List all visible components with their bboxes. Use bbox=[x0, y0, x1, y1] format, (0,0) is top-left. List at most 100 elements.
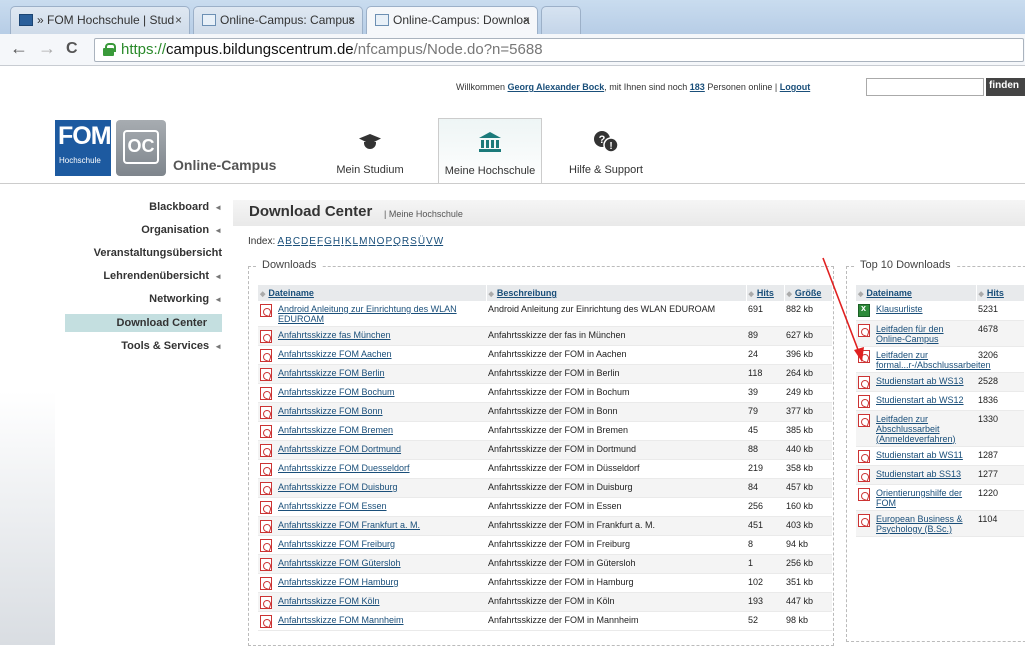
file-link[interactable]: Leitfaden für den Online-Campus bbox=[876, 324, 974, 344]
reload-icon[interactable]: C bbox=[66, 40, 78, 58]
column-header-dateiname[interactable]: ◆ Dateiname bbox=[258, 285, 487, 301]
index-letter-link[interactable]: H bbox=[333, 236, 340, 247]
size-cell: 160 kb bbox=[784, 497, 832, 517]
nav-hilfe-support[interactable]: ? ! Hilfe & Support bbox=[556, 118, 656, 184]
index-letter-link[interactable]: O bbox=[377, 236, 385, 247]
file-link[interactable]: Anfahrtsskizze FOM Berlin bbox=[278, 368, 385, 381]
column-header-groesse[interactable]: ◆ Größe bbox=[784, 285, 833, 301]
file-link[interactable]: Anfahrtsskizze FOM Dortmund bbox=[278, 444, 401, 457]
nav-meine-hochschule[interactable]: Meine Hochschule bbox=[438, 118, 542, 184]
file-link[interactable]: Anfahrtsskizze FOM Frankfurt a. M. bbox=[278, 520, 420, 533]
index-letter-link[interactable]: F bbox=[317, 236, 323, 247]
file-link[interactable]: Android Anleitung zur Einrichtung des WL… bbox=[278, 304, 484, 324]
index-letter-link[interactable]: A bbox=[277, 236, 284, 247]
table-row: Studienstart ab WS11 1287 bbox=[856, 446, 1024, 466]
sort-link[interactable]: Beschreibung bbox=[497, 288, 557, 298]
filename-cell: Anfahrtsskizze FOM Bonn bbox=[258, 402, 486, 422]
file-link[interactable]: Leitfaden zur Abschlussarbeit (Anmeldeve… bbox=[876, 414, 974, 444]
index-letter-link[interactable]: I bbox=[341, 236, 344, 247]
file-link[interactable]: Anfahrtsskizze FOM Freiburg bbox=[278, 539, 395, 552]
column-header-hits[interactable]: ◆ Hits bbox=[976, 285, 1025, 301]
file-link[interactable]: Studienstart ab SS13 bbox=[876, 469, 961, 482]
file-link[interactable]: Leitfaden zur formal...r-/Abschlussarbei… bbox=[876, 350, 991, 370]
filename-cell: Anfahrtsskizze FOM Aachen bbox=[258, 345, 486, 365]
forward-arrow-icon[interactable]: → bbox=[38, 38, 56, 59]
description-cell: Anfahrtsskizze der FOM in Mannheim bbox=[486, 611, 746, 631]
sort-link[interactable]: Größe bbox=[795, 288, 822, 298]
index-letter-link[interactable]: E bbox=[309, 236, 316, 247]
index-letter-link[interactable]: G bbox=[324, 236, 332, 247]
index-letter-link[interactable]: Q bbox=[393, 236, 401, 247]
file-link[interactable]: Anfahrtsskizze FOM Essen bbox=[278, 501, 387, 514]
file-link[interactable]: European Business & Psychology (B.Sc.) bbox=[876, 514, 974, 534]
sidebar-item-organisation[interactable]: Organisation ◄ bbox=[141, 224, 222, 236]
file-link[interactable]: Anfahrtsskizze FOM Hamburg bbox=[278, 577, 399, 590]
index-letter-link[interactable]: K bbox=[345, 236, 352, 247]
online-campus-logo[interactable]: OC bbox=[116, 120, 166, 176]
index-letter-link[interactable]: B bbox=[285, 236, 292, 247]
column-header-dateiname[interactable]: ◆ Dateiname bbox=[856, 285, 977, 301]
sort-link[interactable]: Dateiname bbox=[866, 288, 912, 298]
file-link[interactable]: Anfahrtsskizze FOM Aachen bbox=[278, 349, 392, 362]
address-bar[interactable]: https://campus.bildungscentrum.de/nfcamp… bbox=[94, 38, 1024, 62]
file-link[interactable]: Studienstart ab WS13 bbox=[876, 376, 964, 389]
back-arrow-icon[interactable]: ← bbox=[10, 38, 28, 59]
sort-link[interactable]: Dateiname bbox=[268, 288, 314, 298]
user-name-link[interactable]: Georg Alexander Bock bbox=[508, 82, 605, 92]
file-link[interactable]: Anfahrtsskizze FOM Köln bbox=[278, 596, 380, 609]
sort-link[interactable]: Hits bbox=[757, 288, 774, 298]
index-letter-link[interactable]: W bbox=[434, 236, 443, 247]
file-link[interactable]: Anfahrtsskizze fas München bbox=[278, 330, 391, 343]
file-link[interactable]: Anfahrtsskizze FOM Duisburg bbox=[278, 482, 398, 495]
sidebar-item-lehrendenuebersicht[interactable]: Lehrendenübersicht ◄ bbox=[103, 270, 222, 282]
index-letter-link[interactable]: M bbox=[359, 236, 367, 247]
index-letter-link[interactable]: C bbox=[293, 236, 300, 247]
file-link[interactable]: Anfahrtsskizze FOM Bremen bbox=[278, 425, 393, 438]
search-input[interactable] bbox=[866, 78, 984, 96]
sort-link[interactable]: Hits bbox=[987, 288, 1004, 298]
file-link[interactable]: Studienstart ab WS12 bbox=[876, 395, 964, 408]
index-letter-link[interactable]: R bbox=[402, 236, 409, 247]
sidebar-item-blackboard[interactable]: Blackboard ◄ bbox=[149, 201, 222, 213]
index-letter-link[interactable]: D bbox=[301, 236, 308, 247]
logout-link[interactable]: Logout bbox=[780, 82, 811, 92]
file-link[interactable]: Anfahrtsskizze FOM Gütersloh bbox=[278, 558, 401, 571]
file-link[interactable]: Studienstart ab WS11 bbox=[876, 450, 963, 463]
alphabet-index: Index: ABCDEFGHIKLMNOPQRSÜVW bbox=[248, 236, 444, 247]
tab-close-icon[interactable]: × bbox=[175, 13, 182, 27]
tab-close-icon[interactable]: × bbox=[348, 13, 355, 27]
browser-tab-campus[interactable]: Online-Campus: Campus × bbox=[193, 6, 363, 34]
pdf-icon bbox=[260, 368, 272, 381]
file-link[interactable]: Klausurliste bbox=[876, 304, 923, 317]
file-link[interactable]: Anfahrtsskizze FOM Bochum bbox=[278, 387, 395, 400]
filename-cell: Anfahrtsskizze FOM Essen bbox=[258, 497, 486, 517]
sidebar-item-download-center[interactable]: Download Center bbox=[117, 317, 207, 329]
sidebar-item-networking[interactable]: Networking ◄ bbox=[149, 293, 222, 305]
new-tab-button[interactable] bbox=[541, 6, 581, 34]
index-letter-link[interactable]: S bbox=[410, 236, 417, 247]
search-button[interactable]: finden bbox=[986, 78, 1025, 96]
index-letter-link[interactable]: L bbox=[353, 236, 359, 247]
index-letter-link[interactable]: V bbox=[426, 236, 433, 247]
index-letters: ABCDEFGHIKLMNOPQRSÜVW bbox=[277, 236, 444, 247]
fom-logo[interactable]: FOM Hochschule bbox=[55, 120, 112, 176]
file-link[interactable]: Anfahrtsskizze FOM Bonn bbox=[278, 406, 383, 419]
file-link[interactable]: Anfahrtsskizze FOM Mannheim bbox=[278, 615, 404, 628]
online-count-link[interactable]: 183 bbox=[690, 82, 705, 92]
index-letter-link[interactable]: Ü bbox=[418, 236, 425, 247]
file-link[interactable]: Anfahrtsskizze FOM Duesseldorf bbox=[278, 463, 410, 476]
file-link[interactable]: Orientierungshilfe der FOM bbox=[876, 488, 974, 508]
welcome-suffix: Personen online | bbox=[704, 82, 780, 92]
nav-mein-studium[interactable]: Mein Studium bbox=[316, 118, 424, 184]
tab-close-icon[interactable]: × bbox=[523, 13, 530, 27]
browser-tab-fom[interactable]: » FOM Hochschule | Stud × bbox=[10, 6, 190, 34]
welcome-middle: , mit Ihnen sind noch bbox=[604, 82, 690, 92]
sort-icon: ◆ bbox=[488, 291, 494, 298]
sidebar-item-tools-services[interactable]: Tools & Services ◄ bbox=[121, 340, 222, 352]
index-letter-link[interactable]: N bbox=[368, 236, 375, 247]
column-header-beschreibung[interactable]: ◆ Beschreibung bbox=[486, 285, 747, 301]
index-letter-link[interactable]: P bbox=[385, 236, 392, 247]
sidebar-item-veranstaltungsuebersicht[interactable]: Veranstaltungsübersicht bbox=[94, 247, 222, 259]
column-header-hits[interactable]: ◆ Hits bbox=[746, 285, 785, 301]
browser-tab-download[interactable]: Online-Campus: Downloa × bbox=[366, 6, 538, 35]
